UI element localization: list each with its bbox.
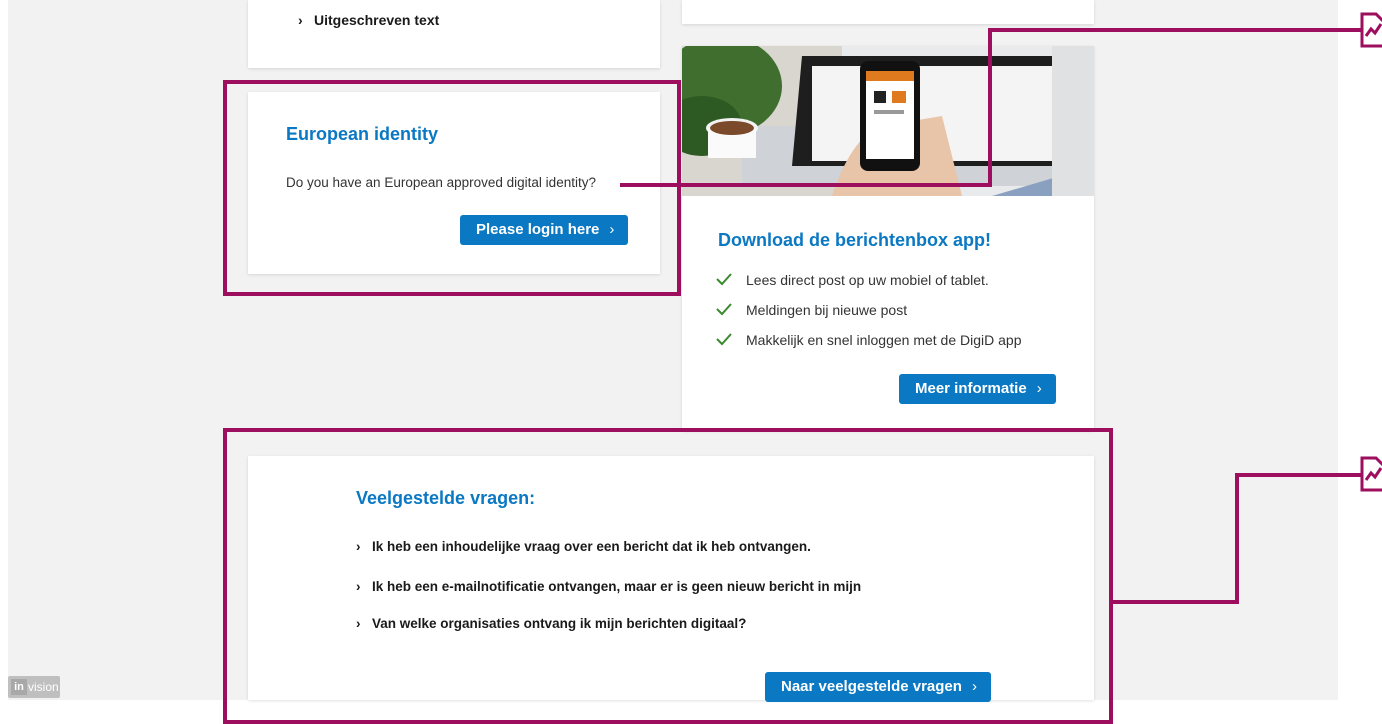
meer-informatie-button[interactable]: Meer informatie › [899, 374, 1056, 404]
hotspot-connector [620, 183, 992, 187]
chevron-right-icon: › [356, 616, 361, 631]
chevron-right-icon: › [356, 539, 361, 554]
app-promo-title: Download de berichtenbox app! [718, 230, 992, 250]
check-icon [716, 303, 732, 316]
invision-badge[interactable]: in vision [8, 676, 60, 698]
chevron-right-icon: › [1036, 380, 1042, 397]
hotspot-link-icon[interactable] [1358, 8, 1382, 48]
check-icon [716, 273, 732, 286]
uitgeschreven-text-link[interactable]: › Uitgeschreven text [298, 12, 439, 28]
invision-logo-mark: in [11, 679, 27, 695]
check-icon [716, 333, 732, 346]
hotspot-link-icon[interactable] [1358, 452, 1382, 492]
hotspot-connector [1235, 473, 1239, 604]
faq-question-link[interactable]: › Ik heb een e-mailnotificatie ontvangen,… [356, 579, 861, 594]
chevron-right-icon: › [298, 12, 303, 28]
european-identity-title: European identity [286, 124, 439, 144]
hotspot-connector [988, 28, 1364, 32]
app-promo-card: Download de berichtenbox app! Lees direc… [682, 46, 1094, 430]
hotspot-connector [1111, 600, 1239, 604]
top-right-card [682, 0, 1094, 24]
chevron-right-icon: › [971, 678, 977, 695]
hotspot-connector [988, 28, 992, 187]
faq-question-link[interactable]: › Ik heb een inhoudelijke vraag over een … [356, 539, 811, 554]
naar-veelgestelde-vragen-button[interactable]: Naar veelgestelde vragen › [765, 672, 991, 702]
top-left-card: › Uitgeschreven text [248, 0, 660, 68]
chevron-right-icon: › [356, 579, 361, 594]
please-login-button[interactable]: Please login here › [460, 215, 629, 245]
hotspot-connector [1235, 473, 1365, 477]
chevron-right-icon: › [609, 221, 615, 238]
faq-question-link[interactable]: › Van welke organisaties ontvang ik mijn … [356, 616, 746, 631]
european-identity-card: European identity Do you have an Europea… [248, 92, 660, 274]
faq-card: Veelgestelde vragen: › Ik heb een inhoude… [248, 456, 1094, 702]
european-identity-question: Do you have an European approved digital… [286, 175, 596, 190]
faq-title: Veelgestelde vragen: [356, 488, 536, 508]
phone-photo [682, 46, 1094, 196]
